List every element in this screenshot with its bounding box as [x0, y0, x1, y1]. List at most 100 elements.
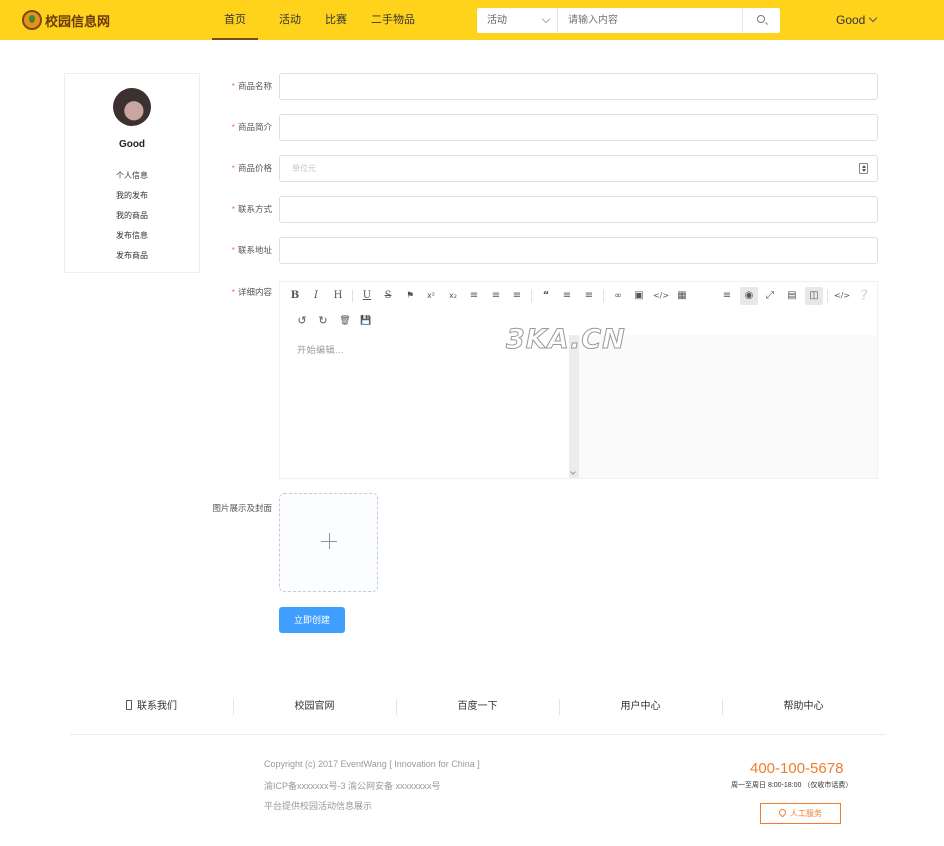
read-mode-icon[interactable]: ▤ [783, 287, 801, 305]
preview-icon[interactable]: ◉ [740, 287, 758, 305]
toolbar-divider [603, 290, 604, 302]
ordered-list-icon[interactable]: ≡ [558, 287, 576, 305]
user-sidebar: Good 个人信息 我的发布 我的商品 发布信息 发布商品 [64, 73, 200, 273]
toolbar-divider [827, 290, 828, 302]
undo-icon[interactable]: ↺ [293, 312, 311, 330]
search-category-select[interactable]: 活动 [477, 8, 558, 33]
subscript-icon[interactable]: x₂ [444, 287, 462, 305]
nav-home[interactable]: 首页 [212, 0, 258, 40]
sidebar-user-name: Good [118, 139, 146, 150]
help-icon[interactable]: ❔ [855, 287, 873, 305]
main-nav: 首页 活动 比赛 二手物品 [211, 0, 439, 40]
table-icon[interactable]: ▦ [673, 287, 691, 305]
save-icon[interactable]: 💾 [357, 312, 375, 330]
search-button[interactable] [742, 8, 780, 33]
link-icon[interactable]: ∞ [609, 287, 627, 305]
mark-icon[interactable]: ⚑ [401, 287, 419, 305]
search-category-value: 活动 [487, 15, 507, 26]
user-menu[interactable]: Good [836, 13, 878, 27]
nav-secondhand[interactable]: 二手物品 [371, 0, 415, 40]
align-center-icon[interactable]: ≡ [487, 287, 505, 305]
goods-summary-input[interactable] [279, 114, 878, 141]
sidebar-item-publish-info[interactable]: 发布信息 [65, 226, 199, 246]
form-label: * 联系地址 [231, 245, 272, 255]
form-label: * 商品价格 [231, 163, 272, 173]
create-button[interactable]: 立即创建 [279, 607, 345, 633]
code-icon[interactable]: </> [652, 287, 670, 305]
sidebar-item-my-posts[interactable]: 我的发布 [65, 186, 199, 206]
form-label: * 商品简介 [231, 122, 272, 132]
html-icon[interactable]: </> [833, 287, 851, 305]
chevron-down-icon [570, 469, 576, 475]
sidebar-item-publish-goods[interactable]: 发布商品 [65, 246, 199, 266]
search-input[interactable] [558, 8, 742, 33]
user-name: Good [836, 13, 866, 27]
search-bar: 活动 [477, 8, 780, 33]
top-header: 校园信息网 首页 活动 比赛 二手物品 活动 Good [0, 0, 944, 40]
heading-icon[interactable]: H [329, 287, 347, 305]
copyright-text: Copyright (c) 2017 EventWang [ Innovatio… [264, 759, 480, 769]
footer-link-campus[interactable]: 校园官网 [233, 696, 396, 718]
editor-scrollbar[interactable] [569, 335, 579, 478]
fullscreen-icon[interactable]: ⤢ [761, 287, 779, 305]
number-spinner-icon[interactable] [859, 163, 868, 174]
image-icon[interactable]: ▣ [630, 287, 648, 305]
sidebar-item-profile[interactable]: 个人信息 [65, 166, 199, 186]
editor-input-pane[interactable]: 开始编辑... [280, 335, 569, 478]
site-logo[interactable]: 校园信息网 [22, 10, 110, 30]
unordered-list-icon[interactable]: ≡ [580, 287, 598, 305]
markdown-editor: B I H U S ⚑ x² x₂ ≡ ≡ ≡ “ ≡ ≡ ∞ ▣ </> ▦ … [279, 281, 878, 479]
footer-link-baidu[interactable]: 百度一下 [396, 696, 559, 718]
search-icon [757, 15, 765, 23]
trash-icon[interactable]: 🗑 [336, 312, 354, 330]
bold-icon[interactable]: B [286, 287, 304, 305]
footer-divider [70, 734, 885, 735]
nav-activities[interactable]: 活动 [279, 0, 301, 40]
footer-links: 联系我们 校园官网 百度一下 用户中心 帮助中心 [70, 696, 885, 718]
form-label: * 联系方式 [231, 204, 272, 214]
editor-preview-pane [579, 335, 877, 478]
price-placeholder: 单位元 [292, 164, 316, 173]
form-label: * 详细内容 [231, 287, 272, 297]
toolbar-divider [352, 290, 353, 302]
sidebar-menu: 个人信息 我的发布 我的商品 发布信息 发布商品 [65, 166, 199, 266]
upload-label: 图片展示及封面 [212, 503, 272, 513]
footer-link-help[interactable]: 帮助中心 [722, 696, 885, 718]
form-label: * 商品名称 [231, 81, 272, 91]
contact-input[interactable] [279, 196, 878, 223]
redo-icon[interactable]: ↻ [314, 312, 332, 330]
watermark: 3KA.CN [506, 324, 626, 356]
superscript-icon[interactable]: x² [422, 287, 440, 305]
sidebar-item-my-goods[interactable]: 我的商品 [65, 206, 199, 226]
customer-service-button[interactable]: 人工服务 [760, 803, 841, 824]
quote-icon[interactable]: “ [537, 287, 555, 305]
image-upload[interactable] [279, 493, 378, 592]
phone-icon [777, 807, 788, 818]
goods-name-input[interactable] [279, 73, 878, 100]
platform-text: 平台提供校园活动信息展示 [264, 801, 373, 811]
footer-link-contact[interactable]: 联系我们 [70, 696, 233, 718]
icp-text: 渝ICP备xxxxxxx号-3 渝公网安备 xxxxxxxx号 [264, 781, 441, 791]
logo-text: 校园信息网 [45, 13, 111, 29]
navigation-icon[interactable]: ≡ [718, 287, 736, 305]
chevron-down-icon [541, 14, 551, 24]
goods-price-input[interactable]: 单位元 [279, 155, 878, 182]
split-view-icon[interactable]: ◫ [805, 287, 823, 305]
nav-competitions[interactable]: 比赛 [325, 0, 347, 40]
logo-icon [22, 10, 42, 30]
editor-placeholder: 开始编辑... [297, 345, 345, 355]
underline-icon[interactable]: U [358, 287, 376, 305]
service-hours: 周一至周日 8:00-18:00 （仅收市话费） [731, 782, 853, 789]
hotline-number: 400-100-5678 [750, 760, 844, 777]
align-right-icon[interactable]: ≡ [508, 287, 526, 305]
toolbar-divider [531, 290, 532, 302]
footer-link-user-center[interactable]: 用户中心 [559, 696, 722, 718]
plus-icon [329, 533, 330, 549]
chevron-down-icon [869, 13, 878, 23]
strikethrough-icon[interactable]: S [379, 287, 397, 305]
align-left-icon[interactable]: ≡ [465, 287, 483, 305]
avatar [113, 88, 151, 126]
italic-icon[interactable]: I [307, 287, 325, 305]
phone-icon [126, 700, 132, 710]
address-input[interactable] [279, 237, 878, 264]
